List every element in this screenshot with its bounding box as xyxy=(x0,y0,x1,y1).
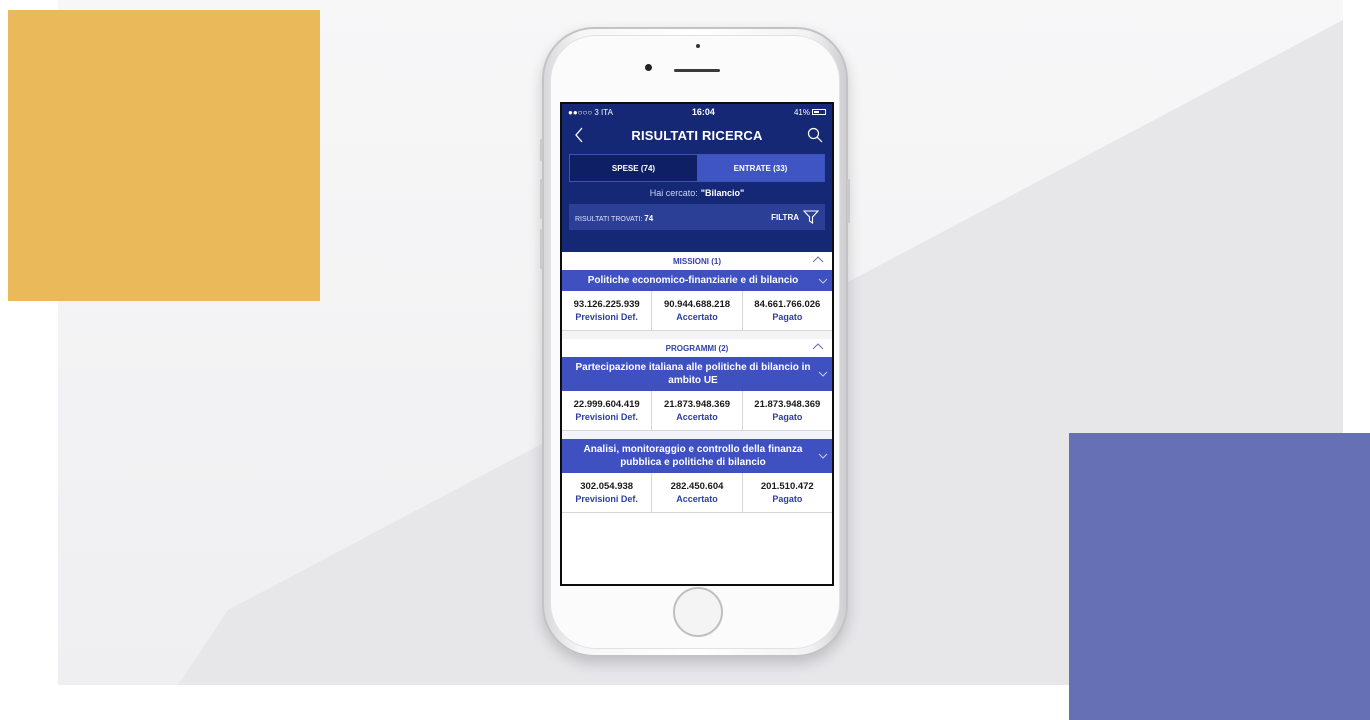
search-prefix: Hai cercato: xyxy=(649,188,698,198)
stat-pagato: 84.661.766.026 Pagato xyxy=(743,291,832,330)
stat-previsioni: 93.126.225.939 Previsioni Def. xyxy=(562,291,653,330)
search-icon xyxy=(807,127,823,143)
stats-row: 22.999.604.419 Previsioni Def. 21.873.94… xyxy=(562,391,832,431)
stat-label: Accertato xyxy=(676,312,718,322)
stat-previsioni: 302.054.938 Previsioni Def. xyxy=(562,473,653,512)
page-title: RISULTATI RICERCA xyxy=(631,127,763,143)
section-header-programmi[interactable]: PROGRAMMI (2) xyxy=(562,339,832,357)
nav-bar: RISULTATI RICERCA xyxy=(562,120,832,150)
stat-accertato: 21.873.948.369 Accertato xyxy=(652,391,743,430)
stat-label: Accertato xyxy=(676,494,718,504)
stat-label: Previsioni Def. xyxy=(575,494,638,504)
battery-indicator: 41% xyxy=(794,108,826,117)
section-header-label: MISSIONI (1) xyxy=(672,256,721,266)
stat-previsioni: 22.999.604.419 Previsioni Def. xyxy=(562,391,653,430)
chevron-down-icon xyxy=(818,278,828,284)
stat-accertato: 90.944.688.218 Accertato xyxy=(652,291,743,330)
results-count: 74 xyxy=(644,214,654,223)
stat-label: Previsioni Def. xyxy=(575,312,638,322)
stat-value: 84.661.766.026 xyxy=(754,299,821,310)
stat-label: Pagato xyxy=(772,312,803,322)
stat-label: Accertato xyxy=(676,412,718,422)
stat-label: Pagato xyxy=(772,494,803,504)
phone-volume-down xyxy=(540,229,543,269)
section-divider xyxy=(562,431,832,439)
status-time: 16:04 xyxy=(691,107,715,117)
item-title: Politiche economico-finanziarie e di bil… xyxy=(587,275,799,286)
filter-button[interactable]: FILTRA xyxy=(771,210,819,224)
chevron-down-icon xyxy=(818,371,828,377)
item-title-bar[interactable]: Partecipazione italiana alle politiche d… xyxy=(562,357,832,391)
section-header-missioni[interactable]: MISSIONI (1) xyxy=(562,252,832,270)
item-title-bar[interactable]: Politiche economico-finanziarie e di bil… xyxy=(562,270,832,291)
search-query: "Bilancio" xyxy=(700,188,745,198)
item-title: Partecipazione italiana alle politiche d… xyxy=(575,362,811,386)
home-button[interactable] xyxy=(673,587,723,637)
stat-value: 282.450.604 xyxy=(670,481,724,492)
stats-row: 93.126.225.939 Previsioni Def. 90.944.68… xyxy=(562,291,832,331)
status-bar: ●●○○○ 3 ITA 16:04 41% xyxy=(562,104,832,120)
battery-icon xyxy=(811,109,826,116)
phone-screen: ●●○○○ 3 ITA 16:04 41% RISULTATI RICERCA … xyxy=(560,102,834,586)
tab-bar: SPESE (74) ENTRATE (33) xyxy=(569,154,825,182)
stat-value: 302.054.938 xyxy=(580,481,634,492)
back-button[interactable] xyxy=(570,126,588,144)
stat-label: Pagato xyxy=(772,412,803,422)
stat-value: 21.873.948.369 xyxy=(754,399,821,410)
tab-spese[interactable]: SPESE (74) xyxy=(570,155,697,181)
chevron-down-icon xyxy=(818,453,828,459)
results-bar: RISULTATI TROVATI: 74 FILTRA xyxy=(569,204,825,230)
phone-sensor xyxy=(696,44,700,48)
results-label: RISULTATI TROVATI: xyxy=(575,216,643,223)
item-title: Analisi, monitoraggio e controllo della … xyxy=(583,444,803,468)
stat-pagato: 201.510.472 Pagato xyxy=(743,473,832,512)
battery-percent: 41% xyxy=(793,107,810,117)
results-list: MISSIONI (1) Politiche economico-finanzi… xyxy=(562,252,832,584)
item-title-bar[interactable]: Analisi, monitoraggio e controllo della … xyxy=(562,439,832,473)
stats-row: 302.054.938 Previsioni Def. 282.450.604 … xyxy=(562,473,832,513)
filter-funnel-icon xyxy=(803,210,819,224)
decorative-purple-block xyxy=(1069,433,1370,720)
chevron-up-icon xyxy=(812,256,824,263)
carrier-text: ●●○○○ 3 ITA xyxy=(568,107,613,117)
phone-device: ●●○○○ 3 ITA 16:04 41% RISULTATI RICERCA … xyxy=(540,27,850,657)
stat-label: Previsioni Def. xyxy=(575,412,638,422)
phone-volume-up xyxy=(540,179,543,219)
decorative-yellow-block xyxy=(8,10,320,301)
section-divider xyxy=(562,331,832,339)
phone-speaker xyxy=(674,69,720,72)
stage: ●●○○○ 3 ITA 16:04 41% RISULTATI RICERCA … xyxy=(0,0,1370,720)
chevron-left-icon xyxy=(575,127,583,143)
phone-power-button xyxy=(847,179,850,223)
section-header-label: PROGRAMMI (2) xyxy=(665,343,729,353)
stat-value: 201.510.472 xyxy=(760,481,814,492)
stat-value: 90.944.688.218 xyxy=(663,299,731,310)
stat-value: 93.126.225.939 xyxy=(573,299,640,310)
search-button[interactable] xyxy=(806,126,824,144)
stat-pagato: 21.873.948.369 Pagato xyxy=(743,391,832,430)
stat-value: 21.873.948.369 xyxy=(663,399,731,410)
stat-accertato: 282.450.604 Accertato xyxy=(652,473,743,512)
chevron-up-icon xyxy=(812,343,824,350)
tab-entrate[interactable]: ENTRATE (33) xyxy=(697,155,824,181)
search-query-line: Hai cercato: "Bilancio" xyxy=(562,182,832,204)
phone-camera xyxy=(645,64,652,71)
stat-value: 22.999.604.419 xyxy=(573,399,640,410)
phone-mute-switch xyxy=(540,139,543,161)
filter-label: FILTRA xyxy=(771,212,799,222)
results-count-group: RISULTATI TROVATI: 74 xyxy=(575,208,653,226)
